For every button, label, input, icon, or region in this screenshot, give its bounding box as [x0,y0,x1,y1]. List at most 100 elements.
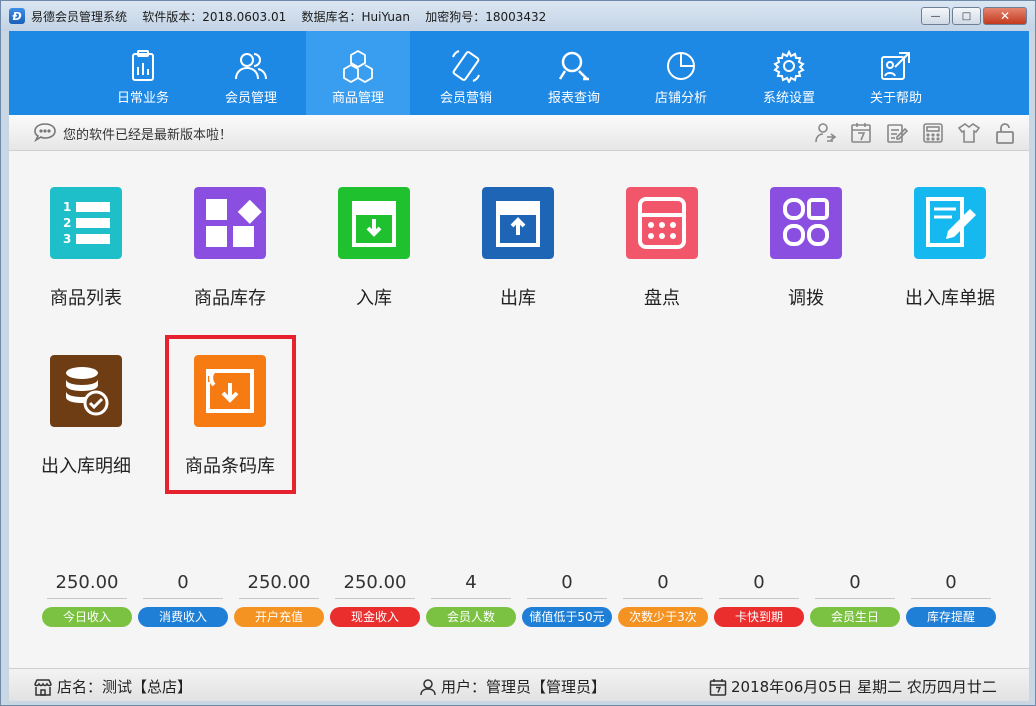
app-logo-icon: Đ [9,8,25,24]
phone-icon [452,50,480,82]
tile-label: 出入库单据 [905,288,995,309]
product-management-panel: 1 2 3 商品列表 商品库存 入库 出库 盘点 调拨 出入库单据 出入库明细 … [9,151,1029,668]
stat-badge: 今日收入 [42,607,132,627]
stat-value: 0 [815,569,895,599]
window-title: 易德会员管理系统 软件版本：2018.0603.01 数据库名：HuiYuan … [31,9,547,24]
stat-low-count[interactable]: 0 次数少于3次 [615,569,711,627]
stat-value: 0 [623,569,703,599]
nav-store-analysis[interactable]: 店铺分析 [629,31,733,115]
stat-badge: 开户充值 [234,607,324,627]
tile-label: 调拨 [788,288,824,309]
edit-note-icon[interactable] [885,121,909,145]
window-controls: — □ ✕ [919,7,1027,25]
tile-product-stock[interactable]: 商品库存 [158,151,302,311]
tile-label: 盘点 [644,288,680,309]
stat-cash-income[interactable]: 250.00 现金收入 [327,569,423,627]
svg-text:2: 2 [63,216,71,230]
tile-product-list[interactable]: 1 2 3 商品列表 [14,151,158,311]
tile-inventory-check[interactable]: 盘点 [590,151,734,311]
svg-text:1: 1 [63,200,71,214]
users-icon [235,53,267,80]
cubes-icon [343,49,373,83]
search-report-icon [558,51,589,81]
nav-member-management[interactable]: 会员管理 [199,31,303,115]
main-nav: 日常业务 会员管理 商品管理 会员营销 报表查询 店铺分析 系统设置 关于帮助 [9,31,1029,115]
nav-label: 报表查询 [547,91,600,106]
minimize-button[interactable]: — [921,7,950,25]
calendar-icon[interactable] [849,121,873,145]
user-switch-icon[interactable] [813,121,837,145]
stat-stock-reminder[interactable]: 0 库存提醒 [903,569,999,627]
maximize-button[interactable]: □ [952,7,981,25]
app-window: Đ 易德会员管理系统 软件版本：2018.0603.01 数据库名：HuiYua… [0,0,1036,706]
stat-badge: 会员生日 [810,607,900,627]
nav-report-query[interactable]: 报表查询 [522,31,626,115]
stat-value: 4 [431,569,511,599]
nav-label: 会员管理 [224,91,277,106]
current-date: 2018年06月05日 星期二 农历四月廿二 [731,678,997,696]
nav-label: 日常业务 [116,91,169,106]
user-info: 用户：管理员【管理员】 [419,676,606,697]
stat-value: 0 [143,569,223,599]
tile-label: 商品列表 [50,288,122,309]
inbox-out-icon [482,187,554,259]
lock-icon[interactable] [993,121,1017,145]
tile-stock-in[interactable]: 入库 [302,151,446,311]
stat-value: 0 [719,569,799,599]
chat-bubble-icon [34,123,56,142]
stat-badge: 卡快到期 [714,607,804,627]
close-button[interactable]: ✕ [983,7,1027,25]
stat-badge: 消费收入 [138,607,228,627]
stat-value: 250.00 [335,569,415,599]
apps-grid-icon [194,187,266,259]
update-notice: 您的软件已经是最新版本啦！ [63,128,233,143]
calculator-icon[interactable] [921,121,945,145]
stat-card-expiring[interactable]: 0 卡快到期 [711,569,807,627]
gear-icon [773,49,805,83]
stat-value: 0 [527,569,607,599]
stat-consumption-income[interactable]: 0 消费收入 [135,569,231,627]
store-name: 店名：测试【总店】 [57,678,193,696]
stat-low-balance[interactable]: 0 储值低于50元 [519,569,615,627]
nav-product-management[interactable]: 商品管理 [306,31,410,115]
stat-member-birthday[interactable]: 0 会员生日 [807,569,903,627]
four-circles-icon [770,187,842,259]
tile-stock-out[interactable]: 出库 [446,151,590,311]
nav-about-help[interactable]: 关于帮助 [844,31,948,115]
stat-value: 250.00 [47,569,127,599]
tile-label: 出入库明细 [41,456,131,477]
stat-badge: 储值低于50元 [522,607,612,627]
document-pen-icon [914,187,986,259]
calculator-icon [626,187,698,259]
database-check-icon [50,355,122,427]
calendar-icon [709,678,727,696]
stat-today-income[interactable]: 250.00 今日收入 [39,569,135,627]
stat-account-recharge[interactable]: 250.00 开户充值 [231,569,327,627]
tile-stock-details[interactable]: 出入库明细 [14,319,158,479]
shirt-icon[interactable] [957,121,981,145]
tile-label: 入库 [356,288,392,309]
tile-transfer[interactable]: 调拨 [734,151,878,311]
inbox-in-icon [338,187,410,259]
stat-badge: 会员人数 [426,607,516,627]
nav-label: 店铺分析 [654,91,707,106]
nav-member-marketing[interactable]: 会员营销 [414,31,518,115]
tile-label: 商品库存 [194,288,266,309]
nav-daily-business[interactable]: 日常业务 [91,31,195,115]
user-icon [420,678,436,695]
nav-label: 会员营销 [439,91,492,106]
help-card-icon [881,52,910,80]
title-bar: Đ 易德会员管理系统 软件版本：2018.0603.01 数据库名：HuiYua… [1,1,1035,31]
notice-bar: 您的软件已经是最新版本啦！ [9,115,1029,151]
store-icon [34,678,52,696]
tile-label: 出库 [500,288,536,309]
date-info: 2018年06月05日 星期二 农历四月廿二 [709,676,997,697]
stat-value: 0 [911,569,991,599]
tile-stock-documents[interactable]: 出入库单据 [878,151,1022,311]
nav-system-settings[interactable]: 系统设置 [737,31,841,115]
stat-badge: 次数少于3次 [618,607,708,627]
nav-label: 关于帮助 [869,91,922,106]
stat-badge: 现金收入 [330,607,420,627]
stat-member-count[interactable]: 4 会员人数 [423,569,519,627]
pie-chart-icon [667,52,695,80]
